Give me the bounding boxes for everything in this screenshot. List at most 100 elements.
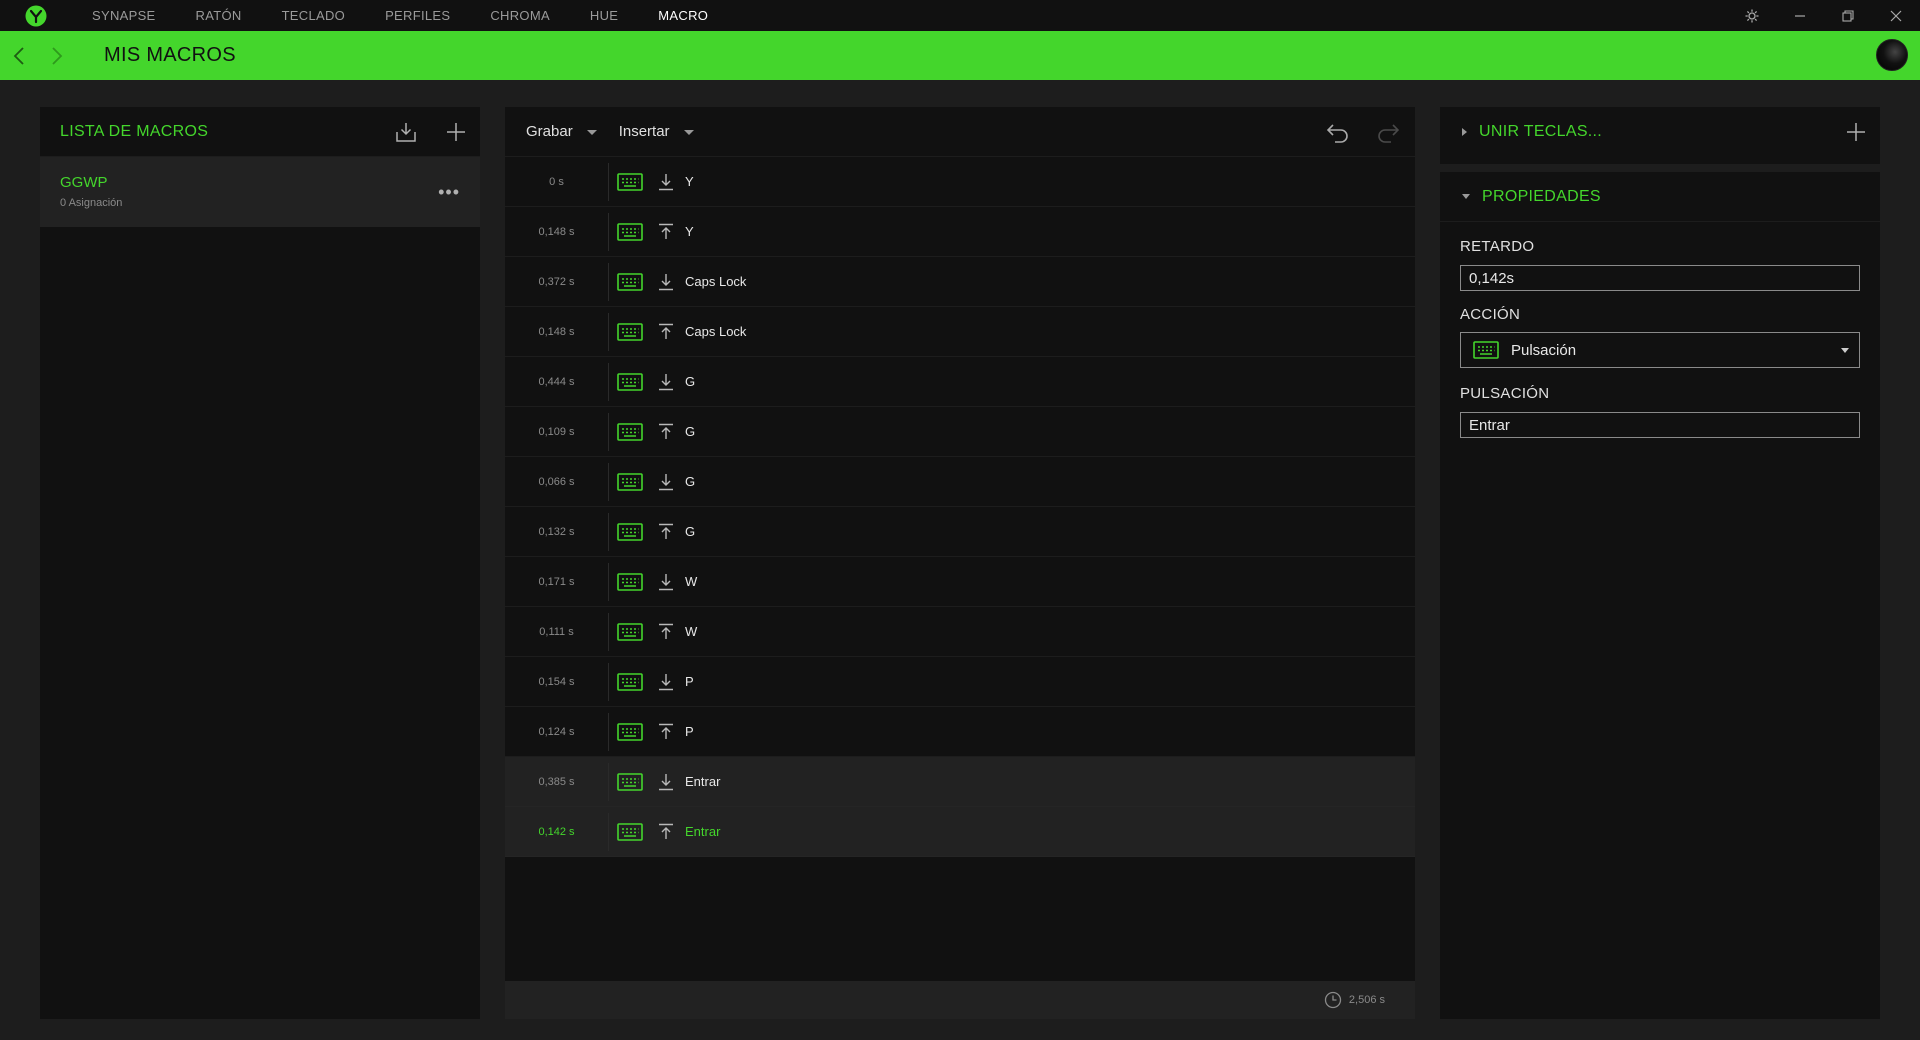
arrow-up-icon [659,823,673,839]
event-delay[interactable]: 0,372 s [505,276,608,288]
event-key: Entrar [685,824,721,839]
event-delay[interactable]: 0,111 s [505,626,608,638]
join-keys-title: UNIR TECLAS... [1479,123,1603,140]
action-select[interactable]: Pulsación [1460,332,1860,368]
arrow-up-icon [659,323,673,339]
action-value: Pulsación [1511,341,1577,359]
close-icon[interactable] [1872,0,1920,31]
right-panel: UNIR TECLAS... PROPIEDADES RETARDO ACCIÓ… [1440,107,1880,1019]
macro-event-row[interactable]: 0,124 s P [505,707,1415,757]
macro-event-row[interactable]: 0,148 s Y [505,207,1415,257]
event-delay[interactable]: 0,066 s [505,476,608,488]
macro-event-row[interactable]: 0 s Y [505,157,1415,207]
record-dropdown[interactable]: Grabar [526,123,597,140]
nav-tab-3[interactable]: PERFILES [365,8,470,23]
nav-tab-5[interactable]: HUE [570,8,638,23]
keyboard-icon [617,422,643,441]
insert-label: Insertar [618,123,670,140]
macro-event-row[interactable]: 0,154 s P [505,657,1415,707]
undo-icon[interactable] [1325,120,1351,146]
keyboard-icon [1473,341,1499,359]
minimize-icon[interactable] [1776,0,1824,31]
nav-tab-6[interactable]: MACRO [638,8,728,23]
arrow-up-icon [659,723,673,739]
macro-event-row[interactable]: 0,171 s W [505,557,1415,607]
clock-icon [1324,991,1342,1009]
macro-event-row[interactable]: 0,142 s Entrar [505,807,1415,857]
redo-icon[interactable] [1375,120,1401,146]
arrow-down-icon [659,573,673,590]
action-label: ACCIÓN [1460,306,1521,323]
avatar[interactable] [1876,39,1908,71]
divider [608,462,609,501]
caret-down-icon [683,130,694,135]
divider [608,362,609,401]
editor-footer: 2,506 s [505,981,1415,1019]
page-header: MIS MACROS [0,31,1920,80]
arrow-down-icon [659,173,673,190]
nav-tab-1[interactable]: RATÓN [176,8,262,23]
insert-dropdown[interactable]: Insertar [619,123,694,140]
keyboard-icon [617,822,643,841]
divider [608,762,609,801]
join-keys-header[interactable]: UNIR TECLAS... [1440,107,1880,157]
delay-label: RETARDO [1460,238,1535,255]
arrow-up-icon [659,623,673,639]
event-delay[interactable]: 0 s [505,176,608,188]
razer-logo-icon[interactable] [0,0,72,31]
gear-icon[interactable] [1728,0,1776,31]
restore-icon[interactable] [1824,0,1872,31]
nav-tab-2[interactable]: TECLADO [262,8,366,23]
chevron-right-icon[interactable] [38,31,76,80]
arrow-up-icon [659,423,673,439]
total-duration: 2,506 s [1348,994,1385,1006]
macro-event-row[interactable]: 0,066 s G [505,457,1415,507]
keyboard-icon [617,272,643,291]
event-delay[interactable]: 0,109 s [505,426,608,438]
record-label: Grabar [526,123,573,140]
keyboard-icon [617,722,643,741]
event-key: W [685,624,698,639]
macro-list-panel: LISTA DE MACROS GGWP 0 Asignación ••• [40,107,480,1019]
add-join-keys-button[interactable] [1844,120,1868,144]
keyboard-icon [617,172,643,191]
event-delay[interactable]: 0,385 s [505,776,608,788]
event-delay[interactable]: 0,444 s [505,376,608,388]
event-delay[interactable]: 0,148 s [505,226,608,238]
event-key: W [685,574,698,589]
properties-header[interactable]: PROPIEDADES [1440,172,1880,222]
keypress-label: PULSACIÓN [1460,385,1550,402]
event-delay[interactable]: 0,142 s [505,826,608,838]
keyboard-icon [617,772,643,791]
macro-event-row[interactable]: 0,385 s Entrar [505,757,1415,807]
macro-event-row[interactable]: 0,444 s G [505,357,1415,407]
event-key: G [685,374,696,389]
chevron-left-icon[interactable] [0,31,38,80]
macro-list-item[interactable]: GGWP 0 Asignación ••• [40,157,480,227]
nav-tab-4[interactable]: CHROMA [470,8,570,23]
arrow-up-icon [659,223,673,239]
event-delay[interactable]: 0,171 s [505,576,608,588]
event-delay[interactable]: 0,154 s [505,676,608,688]
macro-event-row[interactable]: 0,109 s G [505,407,1415,457]
macro-event-row[interactable]: 0,372 s Caps Lock [505,257,1415,307]
arrow-down-icon [659,773,673,790]
caret-down-icon [1841,348,1849,353]
keypress-input[interactable] [1460,412,1860,438]
divider [608,162,609,201]
delay-input[interactable] [1460,265,1860,291]
macro-event-list: 0 s Y 0,148 s Y 0,372 s Caps Lock 0,148 s Caps … [505,157,1415,857]
add-macro-button[interactable] [444,120,468,144]
event-delay[interactable]: 0,124 s [505,726,608,738]
nav-tab-0[interactable]: SYNAPSE [72,8,176,23]
macro-event-row[interactable]: 0,111 s W [505,607,1415,657]
import-icon[interactable] [394,120,418,144]
arrow-down-icon [659,673,673,690]
macro-event-row[interactable]: 0,148 s Caps Lock [505,307,1415,357]
more-icon[interactable]: ••• [438,182,460,203]
divider [608,812,609,851]
event-delay[interactable]: 0,132 s [505,526,608,538]
properties-title: PROPIEDADES [1482,187,1601,205]
macro-event-row[interactable]: 0,132 s G [505,507,1415,557]
event-delay[interactable]: 0,148 s [505,326,608,338]
